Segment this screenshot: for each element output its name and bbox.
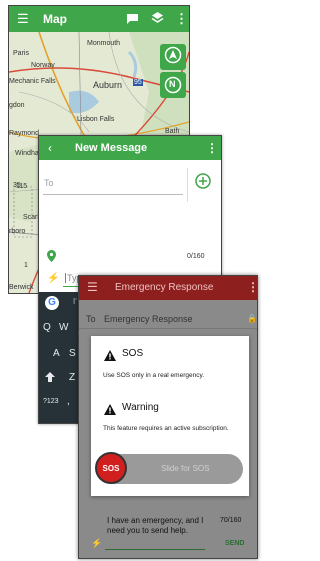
- compass-button[interactable]: N: [160, 72, 186, 98]
- emergency-title: Emergency Response: [115, 282, 214, 293]
- map-place-label: Lisbon Falls: [77, 116, 115, 123]
- emergency-screen: ☰ Emergency Response ⋮ To Emergency Resp…: [78, 275, 258, 559]
- map-place-label: Bath: [165, 128, 180, 135]
- google-icon[interactable]: G: [45, 296, 59, 310]
- menu-icon[interactable]: ☰: [87, 280, 98, 294]
- lock-icon: 🔒: [247, 314, 257, 323]
- comma-key[interactable]: ,: [67, 396, 70, 407]
- map-place-label: rboro: [9, 228, 26, 235]
- map-place-label: Paris: [13, 50, 29, 57]
- warning-heading: Warning: [122, 402, 159, 413]
- map-place-label: Mechanic Falls: [9, 78, 56, 85]
- emergency-app-bar: ☰ Emergency Response ⋮: [79, 276, 257, 300]
- more-options-icon[interactable]: ⋮: [206, 141, 218, 155]
- map-place-label: Berwick: [9, 284, 34, 291]
- sos-body: Use SOS only in a real emergency.: [103, 372, 205, 379]
- map-place-label: Monmouth: [87, 40, 121, 47]
- input-underline: [105, 549, 205, 550]
- map-place-label: Windha: [15, 150, 39, 157]
- menu-icon[interactable]: ☰: [17, 11, 29, 27]
- to-label: To: [86, 314, 96, 324]
- warning-body: This feature requires an active subscrip…: [103, 425, 229, 432]
- key-q[interactable]: Q: [43, 322, 51, 333]
- add-recipient-icon[interactable]: [195, 173, 211, 194]
- alert-icon: [104, 402, 116, 420]
- sos-heading: SOS: [122, 348, 144, 359]
- slide-hint: Slide for SOS: [161, 464, 210, 473]
- compass-north-label: N: [169, 79, 176, 89]
- to-field[interactable]: To: [44, 178, 54, 188]
- sos-slider[interactable]: SOS Slide for SOS: [95, 452, 243, 484]
- suggestion-text[interactable]: I': [73, 297, 77, 306]
- flash-icon: ⚡: [47, 273, 60, 284]
- map-road-label: 95: [133, 79, 143, 86]
- location-pin-icon[interactable]: [47, 249, 56, 267]
- map-title: Map: [43, 12, 67, 26]
- locate-button[interactable]: [160, 44, 186, 70]
- divider: [187, 168, 188, 202]
- map-place-label: Norway: [31, 62, 55, 69]
- send-button[interactable]: SEND: [225, 540, 244, 547]
- numbers-key[interactable]: ?123: [43, 398, 59, 405]
- compass-icon: N: [164, 76, 182, 94]
- map-place-label: Raymond: [9, 130, 39, 137]
- message-input[interactable]: I have an emergency, and I need you to s…: [107, 516, 207, 536]
- message-icon[interactable]: [126, 12, 139, 30]
- flash-icon: ⚡: [91, 538, 103, 548]
- message-title: New Message: [75, 142, 148, 154]
- message-app-bar: ‹ New Message ⋮: [39, 136, 221, 160]
- key-z[interactable]: Z: [69, 372, 75, 383]
- layers-icon[interactable]: [151, 11, 164, 30]
- shift-icon[interactable]: [45, 372, 55, 385]
- key-a[interactable]: A: [53, 348, 60, 359]
- char-count: 70/160: [220, 517, 242, 524]
- map-place-label: Auburn: [93, 80, 123, 90]
- divider: [79, 328, 257, 329]
- char-count: 0/160: [187, 253, 205, 260]
- more-options-icon[interactable]: ⋮: [247, 280, 257, 294]
- map-road-label: 115: [16, 183, 28, 190]
- alert-icon: [104, 348, 116, 366]
- key-w[interactable]: W: [59, 322, 68, 333]
- map-app-bar: ☰ Map ⋮: [9, 6, 189, 32]
- back-icon[interactable]: ‹: [48, 141, 52, 155]
- navigation-icon: [164, 46, 182, 69]
- map-place-label: gdon: [9, 102, 25, 109]
- key-s[interactable]: S: [69, 348, 76, 359]
- recipient-field[interactable]: Emergency Response: [104, 314, 193, 324]
- more-options-icon[interactable]: ⋮: [175, 11, 188, 27]
- map-road-label: 1: [24, 262, 28, 269]
- to-divider: [43, 194, 183, 195]
- sos-button[interactable]: SOS: [95, 452, 127, 484]
